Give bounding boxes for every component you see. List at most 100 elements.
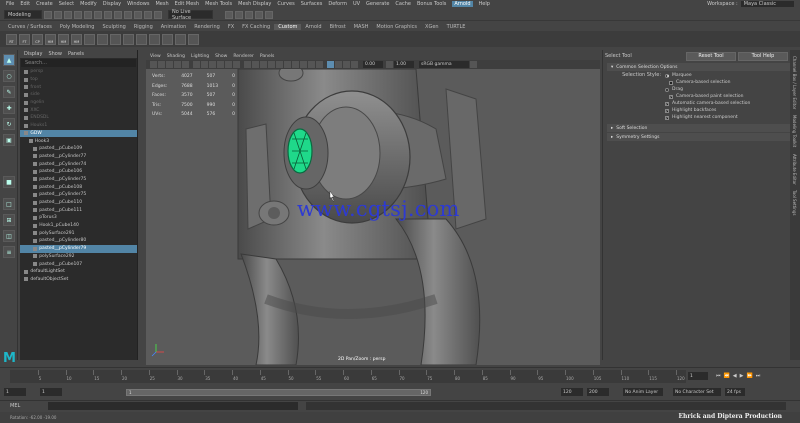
common-selection-section[interactable]: ▾ Common Selection Options (607, 63, 796, 71)
option-drag[interactable]: Drag (665, 86, 750, 93)
current-frame-field[interactable]: 1 (688, 372, 708, 380)
ipr-render-icon[interactable] (245, 10, 253, 19)
panel-menu-lighting[interactable]: Lighting (191, 54, 209, 59)
outliner-row[interactable]: polySurface292 (20, 253, 137, 261)
save-scene-icon[interactable] (64, 10, 72, 19)
panel-menu-panels[interactable]: Panels (260, 54, 274, 59)
rotate-tool-icon[interactable]: ↻ (3, 118, 15, 130)
gamma-toggle-icon[interactable] (386, 61, 393, 68)
render-settings-icon[interactable] (255, 10, 263, 19)
grease-pencil-icon[interactable] (182, 61, 189, 68)
option-camera-based-paint-selection[interactable]: ✓ Camera-based paint selection (665, 93, 750, 100)
tool-help-button[interactable]: Tool Help (738, 51, 788, 61)
shelf-button-8[interactable] (97, 33, 108, 45)
render-frame-icon[interactable] (235, 10, 243, 19)
side-tab-attribute-editor[interactable]: Attribute Editor (792, 154, 797, 185)
shelf-tab-turtle[interactable]: TURTLE (443, 24, 470, 30)
snap-point-icon[interactable] (144, 10, 152, 19)
wireframe-icon[interactable] (244, 61, 251, 68)
outliner-search-input[interactable]: Search... (21, 59, 136, 67)
menu-modify[interactable]: Modify (80, 1, 97, 7)
new-scene-icon[interactable] (44, 10, 52, 19)
shelf-tab-custom[interactable]: Custom (274, 23, 302, 30)
anti-aliasing-icon[interactable] (308, 61, 315, 68)
option-highlight-nearest-component[interactable]: ✓ Highlight nearest component (665, 114, 750, 121)
exposure-field[interactable]: 0.00 (363, 61, 383, 68)
shelf-button-3[interactable]: CP (32, 33, 43, 45)
outliner-row[interactable]: Houks1 (20, 122, 137, 130)
color-space-dropdown[interactable]: sRGB gamma (419, 61, 469, 68)
outliner-row[interactable]: top (20, 76, 137, 84)
camera-attributes-icon[interactable] (150, 61, 157, 68)
shelf-tab-poly-modeling[interactable]: Poly Modeling (56, 24, 99, 30)
symmetry-settings-section[interactable]: ▸ Symmetry Settings (607, 133, 796, 141)
film-gate-icon[interactable] (201, 61, 208, 68)
menu-arnold[interactable]: Arnold (452, 1, 473, 7)
outliner-row[interactable]: Hook3 (20, 137, 137, 145)
go-to-end-icon[interactable]: ⏭ (756, 373, 761, 379)
open-scene-icon[interactable] (54, 10, 62, 19)
outliner-row[interactable]: pasted__pCube109 (20, 145, 137, 153)
option-highlight-backfaces[interactable]: ✓ Highlight backfaces (665, 107, 750, 114)
shelf-button-12[interactable] (149, 33, 160, 45)
outliner-row[interactable]: pasted__pCube107 (20, 260, 137, 268)
field-chart-icon[interactable] (225, 61, 232, 68)
smooth-shade-icon[interactable] (252, 61, 259, 68)
hypershade-icon[interactable] (265, 10, 273, 19)
shelf-button-13[interactable] (162, 33, 173, 45)
outliner-row[interactable]: pasted__pCylinder79 (20, 244, 137, 253)
outliner-menu-display[interactable]: Display (24, 51, 42, 57)
image-plane-icon[interactable] (166, 61, 173, 68)
workspace-dropdown[interactable]: Maya Classic (740, 1, 794, 7)
select-tool-icon[interactable]: ▲ (3, 54, 15, 66)
checkbox-icon[interactable]: ✓ (665, 115, 669, 120)
checkbox-icon[interactable]: ✓ (665, 101, 669, 106)
menu-display[interactable]: Display (103, 1, 121, 7)
menu-file[interactable]: File (6, 1, 14, 7)
render-view-icon[interactable] (225, 10, 233, 19)
xray-joints-icon[interactable] (343, 61, 350, 68)
viewport[interactable]: Verts: 4027 507 0 Edges: 7688 1013 0 Faces: 3570 5… (146, 69, 600, 365)
shelf-tab-sculpting[interactable]: Sculpting (98, 24, 129, 30)
soft-selection-section[interactable]: ▸ Soft Selection (607, 124, 796, 132)
redo-icon[interactable] (84, 10, 92, 19)
option-automatic-camera-based-selection[interactable]: ✓ Automatic camera-based selection (665, 100, 750, 107)
single-view-layout-icon[interactable]: □ (3, 198, 15, 210)
isolate-select-icon[interactable] (327, 61, 334, 68)
playback-end-field[interactable]: 120 (561, 388, 583, 396)
side-tab-modeling-toolkit[interactable]: Modeling Toolkit (792, 115, 797, 147)
anim-layer-dropdown[interactable]: No Anim Layer (623, 388, 663, 396)
outliner-row[interactable]: XXC (20, 106, 137, 114)
menu-bonus-tools[interactable]: Bonus Tools (417, 1, 446, 7)
select-hierarchy-icon[interactable] (94, 10, 102, 19)
menu-surfaces[interactable]: Surfaces (301, 1, 323, 7)
outliner-row[interactable]: Hook1_pCube140 (20, 222, 137, 230)
menu-edit-mesh[interactable]: Edit Mesh (175, 1, 199, 7)
panel-menu-view[interactable]: View (150, 54, 161, 59)
textured-icon[interactable] (268, 61, 275, 68)
menu-generate[interactable]: Generate (366, 1, 389, 7)
timeline-ticks[interactable]: 5 10 15 20 25 30 35 40 45 50 55 60 65 70 75 80 85 90 95 100… (10, 370, 686, 383)
panel-menu-shading[interactable]: Shading (167, 54, 185, 59)
start-time-field[interactable]: 1 (4, 388, 26, 396)
step-forward-icon[interactable]: ⏩ (746, 373, 752, 379)
play-forward-icon[interactable]: ▶ (740, 373, 744, 379)
playback-start-field[interactable]: 1 (40, 388, 62, 396)
radio-icon[interactable] (665, 87, 669, 92)
bookmark-icon[interactable] (158, 61, 165, 68)
outliner-row[interactable]: pasted__pCylinder80 (20, 237, 137, 245)
shelf-tab-bifrost[interactable]: Bifrost (326, 24, 350, 30)
undo-icon[interactable] (74, 10, 82, 19)
shelf-button-14[interactable] (175, 33, 186, 45)
shelf-tab-motion-graphics[interactable]: Motion Graphics (372, 24, 421, 30)
panel-menu-renderer[interactable]: Renderer (233, 54, 254, 59)
menu-uv[interactable]: UV (353, 1, 360, 7)
character-set-dropdown[interactable]: No Character Set (673, 388, 721, 396)
menu-cache[interactable]: Cache (395, 1, 411, 7)
side-by-side-layout-icon[interactable]: ◫ (3, 230, 15, 242)
gate-mask-icon[interactable] (217, 61, 224, 68)
outliner-row[interactable]: side (20, 91, 137, 99)
side-tab-tool-settings[interactable]: Tool Settings (792, 190, 797, 215)
ambient-occlusion-icon[interactable] (292, 61, 299, 68)
shelf-tab-curves-surfaces[interactable]: Curves / Surfaces (4, 24, 56, 30)
